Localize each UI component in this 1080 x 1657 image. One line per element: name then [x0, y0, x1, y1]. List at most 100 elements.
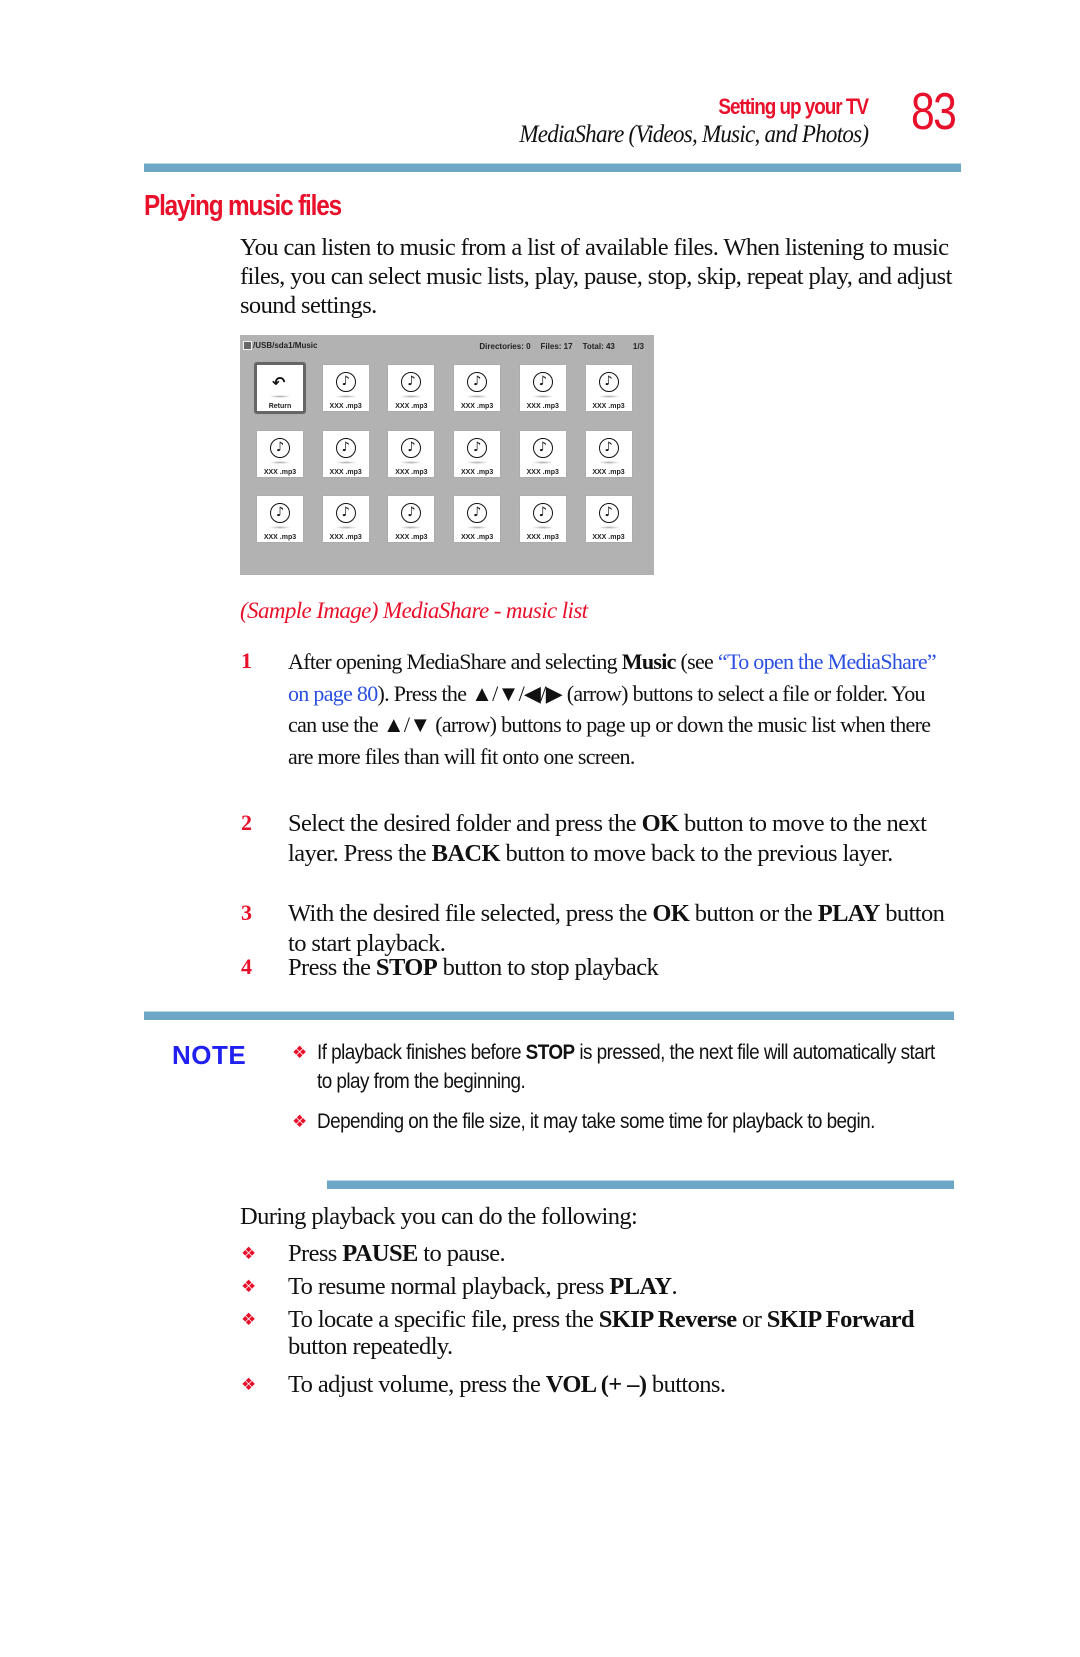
music-note-icon: ♪	[532, 372, 553, 392]
bold-term: SKIP Reverse	[598, 1306, 737, 1333]
bold-term: OK	[641, 810, 680, 837]
icon-reflection	[466, 395, 489, 398]
tile-label: XXX .mp3	[592, 468, 625, 476]
music-note-icon: ♪	[401, 372, 422, 392]
tile-label: XXX .mp3	[395, 403, 428, 410]
return-tile[interactable]: ↶ Return	[254, 362, 306, 414]
step-text: Press the STOP button to stop playback	[288, 953, 958, 983]
tile-label: XXX .mp3	[592, 403, 625, 410]
step-text: After opening MediaShare and selecting M…	[288, 646, 958, 772]
page-title: Playing music files	[144, 190, 342, 222]
tile-label: XXX .mp3	[329, 534, 362, 541]
mediashare-header: /USB/sda1/Music Directories: 0 Files: 17…	[240, 335, 654, 357]
tile-label: Return	[268, 403, 292, 410]
music-file-tile[interactable]: ♪ XXX .mp3	[388, 496, 435, 542]
page-indicator: 1/3	[632, 342, 644, 351]
music-file-tile[interactable]: ♪ XXX .mp3	[585, 430, 632, 477]
tile-label: XXX .mp3	[526, 403, 559, 410]
music-file-tile[interactable]: ♪ XXX .mp3	[519, 365, 566, 411]
music-note-icon: ♪	[467, 503, 488, 523]
step-text: With the desired file selected, press th…	[288, 899, 958, 958]
music-file-tile[interactable]: ♪ XXX .mp3	[322, 365, 369, 411]
text-run: .	[671, 1273, 677, 1300]
music-note-icon: ♪	[401, 437, 422, 458]
bold-term: BACK	[431, 839, 501, 867]
step-number: 1	[241, 648, 252, 673]
music-file-tile[interactable]: ♪ XXX .mp3	[585, 496, 632, 542]
tile-label: XXX .mp3	[263, 534, 297, 541]
text-run: ▲/▼ (arrow)	[382, 712, 497, 737]
music-file-tile[interactable]: ♪ XXX .mp3	[519, 496, 566, 542]
text-run: button or the	[689, 900, 818, 927]
subsection-title: MediaShare (Videos, Music, and Photos)	[519, 121, 869, 148]
tile-label: XXX .mp3	[395, 468, 428, 476]
music-note-icon: ♪	[335, 372, 356, 392]
music-file-tile[interactable]: ♪ XXX .mp3	[257, 496, 303, 542]
icon-reflection	[400, 526, 423, 529]
icon-reflection	[334, 395, 357, 398]
music-file-tile[interactable]: ♪ XXX .mp3	[454, 365, 501, 411]
total-count: Total: 43	[582, 342, 615, 351]
icon-reflection	[334, 460, 357, 464]
music-file-tile[interactable]: ♪ XXX .mp3	[257, 430, 303, 477]
text-run: After opening MediaShare and selecting	[288, 649, 622, 674]
during-item: To adjust volume, press the VOL (+ –) bu…	[288, 1371, 968, 1398]
bold-term: PLAY	[817, 900, 881, 927]
tile-label: XXX .mp3	[526, 468, 559, 476]
return-icon: ↶	[272, 373, 286, 392]
bullet-icon: ❖	[292, 1043, 308, 1063]
text-run: Press the	[288, 954, 376, 981]
icon-reflection	[334, 526, 357, 529]
page-number: 83	[911, 83, 957, 141]
music-note-icon: ♪	[335, 503, 356, 523]
text-run: button repeatedly.	[288, 1333, 453, 1360]
path-breadcrumb: /USB/sda1/Music	[243, 341, 317, 350]
text-run: buttons.	[646, 1371, 726, 1398]
music-note-icon: ♪	[598, 437, 619, 458]
icon-reflection	[531, 460, 554, 464]
music-note-icon: ♪	[532, 437, 553, 458]
icon-reflection	[400, 460, 423, 464]
text-run: Press	[288, 1240, 343, 1267]
bold-term: VOL (+ –)	[545, 1371, 647, 1398]
tile-label: XXX .mp3	[526, 534, 559, 541]
icon-reflection	[597, 460, 620, 464]
text-run: button to move back to the previous laye…	[499, 839, 893, 867]
text-run: With the desired file selected, press th…	[288, 900, 653, 927]
icon-reflection	[269, 460, 291, 464]
music-note-icon: ♪	[598, 503, 619, 523]
icon-reflection	[531, 526, 554, 529]
music-file-tile[interactable]: ♪ XXX .mp3	[519, 430, 566, 477]
music-note-icon: ♪	[335, 437, 356, 458]
bold-term: OK	[652, 900, 690, 927]
text-run: Select the desired folder and press the	[288, 810, 642, 837]
folder-icon	[243, 341, 252, 350]
music-file-tile[interactable]: ♪ XXX .mp3	[388, 365, 435, 411]
note-label: NOTE	[172, 1040, 247, 1070]
icon-reflection	[269, 395, 291, 398]
music-file-tile[interactable]: ♪ XXX .mp3	[322, 430, 369, 477]
tile-label: XXX .mp3	[329, 403, 362, 410]
music-note-icon: ♪	[532, 503, 553, 523]
step-number: 2	[241, 810, 252, 835]
text-run: or	[736, 1306, 767, 1333]
text-run: to pause.	[417, 1240, 505, 1267]
music-file-tile[interactable]: ♪ XXX .mp3	[454, 430, 501, 477]
music-note-icon: ♪	[467, 372, 488, 392]
text-run: button to stop playback	[437, 954, 659, 981]
music-note-icon: ♪	[270, 437, 290, 458]
music-note-icon: ♪	[467, 437, 488, 458]
text-run: (see	[675, 649, 718, 674]
step-text: Select the desired folder and press the …	[288, 809, 958, 868]
file-stats: Directories: 0 Files: 17 Total: 43 1/3	[479, 342, 644, 351]
music-file-tile[interactable]: ♪ XXX .mp3	[585, 365, 632, 411]
bold-term: Music	[621, 649, 677, 674]
intro-paragraph: You can listen to music from a list of a…	[240, 234, 952, 319]
music-file-tile[interactable]: ♪ XXX .mp3	[388, 430, 435, 477]
music-file-tile[interactable]: ♪ XXX .mp3	[322, 496, 369, 542]
note-bottom-rule	[327, 1180, 954, 1189]
music-file-tile[interactable]: ♪ XXX .mp3	[454, 496, 501, 542]
bullet-icon: ❖	[241, 1375, 257, 1395]
tile-label: XXX .mp3	[395, 534, 428, 541]
directories-count: Directories: 0	[479, 342, 531, 351]
